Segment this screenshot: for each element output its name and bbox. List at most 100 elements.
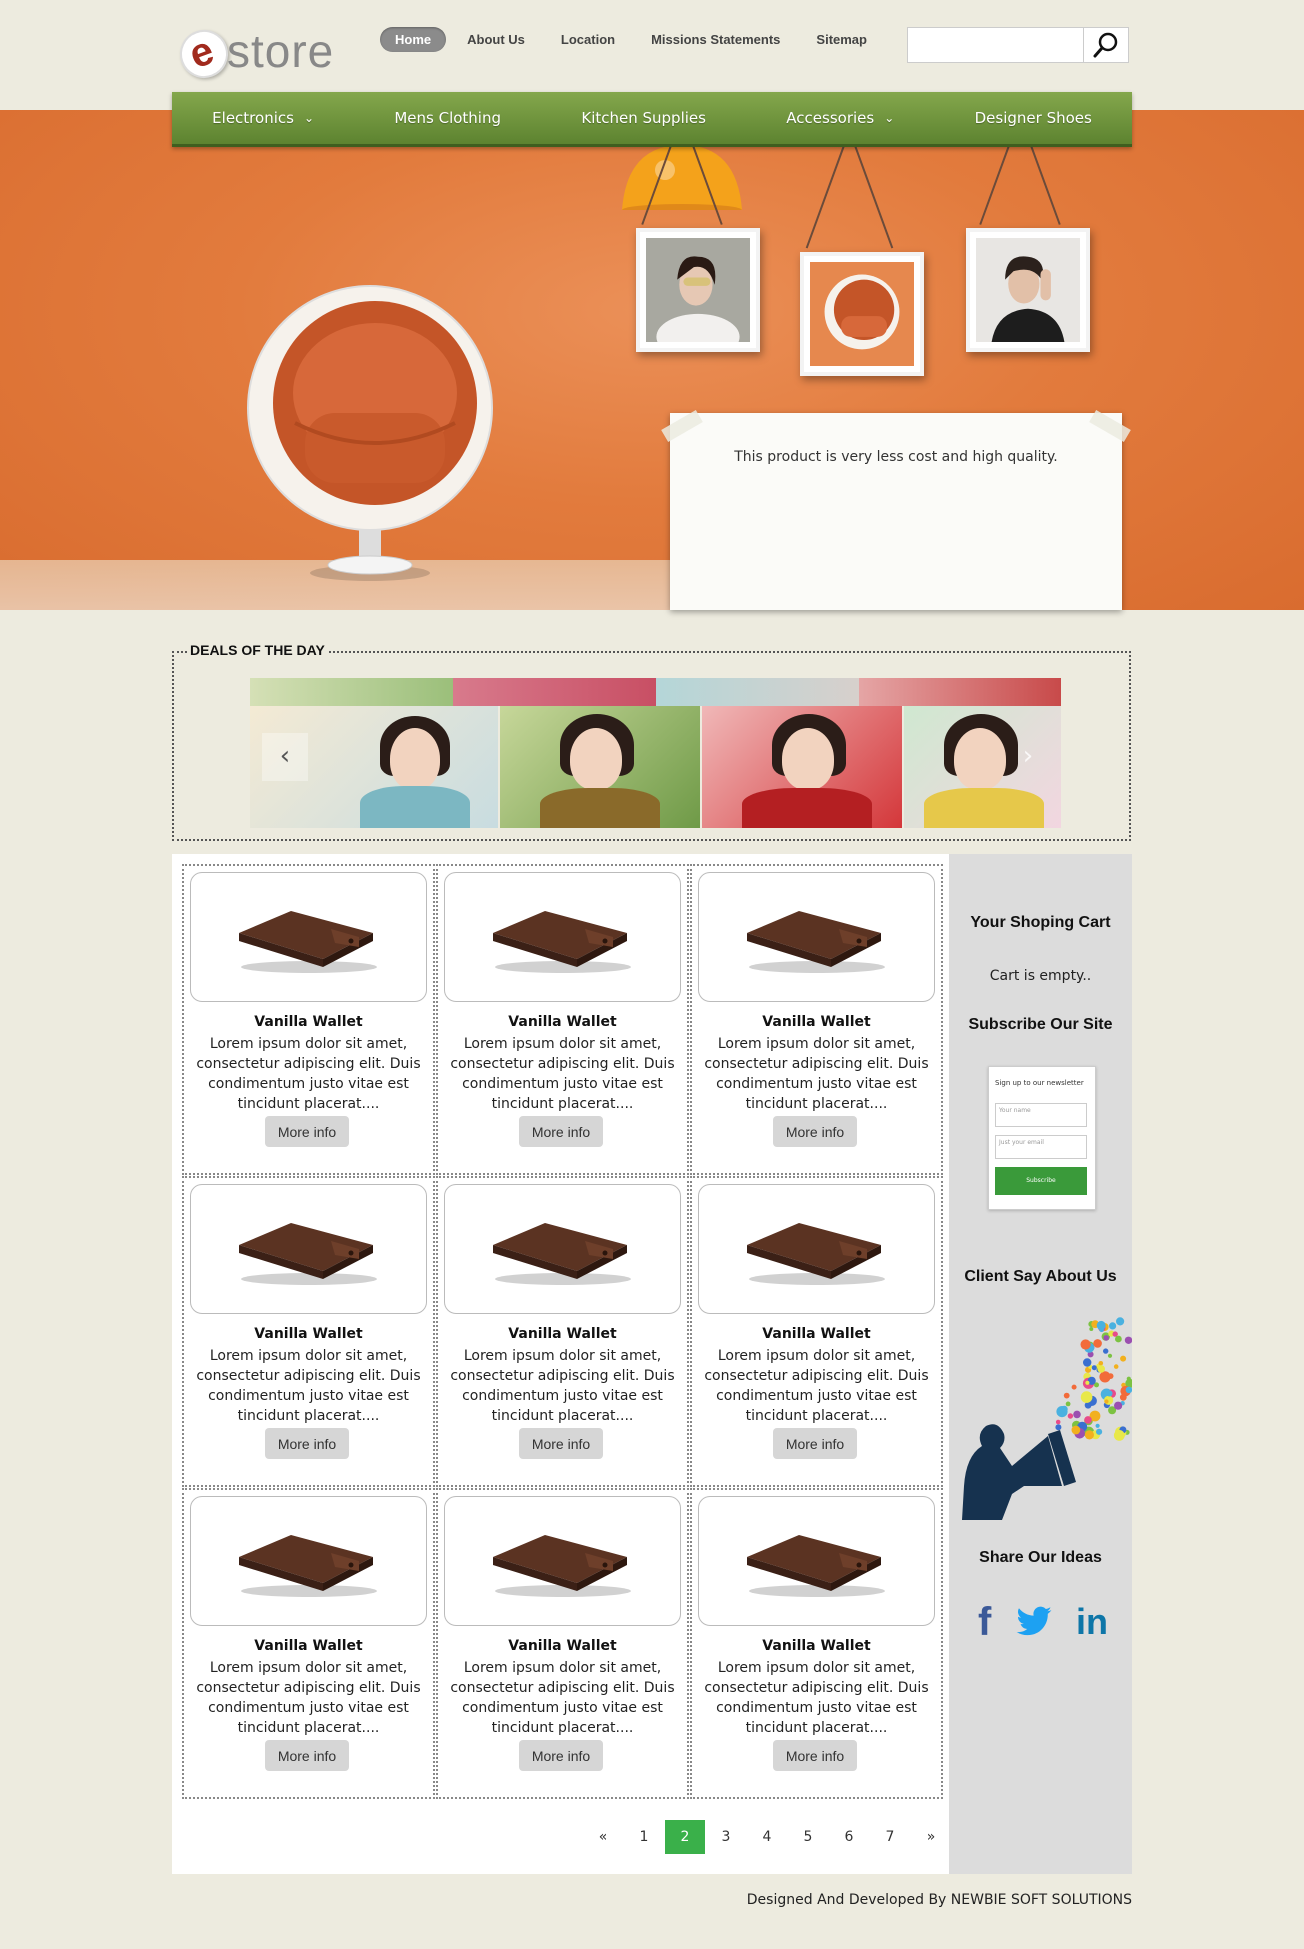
top-nav-missions-statements[interactable]: Missions Statements (636, 27, 795, 52)
speech-dot (1126, 1376, 1131, 1381)
pagination-next[interactable]: » (911, 1820, 951, 1854)
pagination-page-active[interactable]: 2 (665, 1820, 705, 1854)
more-info-button[interactable]: More info (265, 1116, 349, 1147)
category-navigation: Electronics ⌄ Mens Clothing Kitchen Suppl… (172, 92, 1132, 147)
deal-card[interactable] (702, 706, 902, 828)
product-image[interactable] (190, 1184, 427, 1314)
newsletter-name-field[interactable]: Your name (995, 1103, 1087, 1127)
speech-dot (1113, 1430, 1125, 1441)
nav-kitchen-supplies[interactable]: Kitchen Supplies (581, 109, 706, 127)
speech-dot (1103, 1348, 1109, 1354)
more-info-button[interactable]: More info (773, 1428, 857, 1459)
product-image[interactable] (444, 1184, 681, 1314)
nav-electronics[interactable]: Electronics ⌄ (212, 109, 314, 127)
speech-dot (1093, 1339, 1102, 1348)
product-name: Vanilla Wallet (508, 1326, 617, 1342)
search-icon (1093, 32, 1118, 58)
speech-dot (1109, 1322, 1117, 1330)
pagination-page[interactable]: 1 (624, 1820, 664, 1854)
product-grid: Vanilla Wallet Lorem ipsum dolor sit amet… (182, 864, 946, 1800)
wallet-image (239, 1535, 377, 1597)
twitter-icon[interactable] (1015, 1605, 1053, 1639)
logo-letter: e (183, 28, 220, 78)
product-name: Vanilla Wallet (762, 1014, 871, 1030)
speech-dot (1056, 1406, 1068, 1418)
top-nav-home[interactable]: Home (380, 26, 447, 52)
more-info-button[interactable]: More info (519, 1428, 603, 1459)
pagination-page[interactable]: 5 (788, 1820, 828, 1854)
speech-dot (1091, 1365, 1097, 1371)
more-info-button[interactable]: More info (773, 1740, 857, 1771)
more-info-button[interactable]: More info (519, 1740, 603, 1771)
site-logo[interactable]: e store (170, 12, 340, 85)
hero-frame-chair (800, 252, 924, 376)
carousel-next-button[interactable]: › (1005, 733, 1051, 781)
carousel-prev-button[interactable]: ‹ (262, 733, 308, 781)
speech-dot (1125, 1386, 1132, 1394)
speech-dot (1063, 1392, 1070, 1399)
cart-status: Cart is empty.. (989, 968, 1092, 984)
pagination-page[interactable]: 3 (706, 1820, 746, 1854)
newsletter-email-field[interactable]: Just your email (995, 1135, 1087, 1159)
product-image[interactable] (698, 1496, 935, 1626)
more-info-button[interactable]: More info (265, 1740, 349, 1771)
product-description: Lorem ipsum dolor sit amet, consectetur … (450, 1348, 675, 1424)
chevron-down-icon: ⌄ (884, 111, 895, 125)
logo-wordmark: store (227, 25, 335, 77)
pagination-page[interactable]: 4 (747, 1820, 787, 1854)
wallet-image (493, 1535, 631, 1597)
wallet-image (239, 1223, 377, 1285)
product-image[interactable] (190, 872, 427, 1002)
pagination-page[interactable]: 6 (829, 1820, 869, 1854)
more-info-button[interactable]: More info (265, 1428, 349, 1459)
speech-dot (1085, 1380, 1090, 1385)
speech-dot (1080, 1339, 1091, 1350)
product-image[interactable] (444, 872, 681, 1002)
product-image[interactable] (698, 872, 935, 1002)
search-box (907, 27, 1129, 63)
product-name: Vanilla Wallet (254, 1638, 363, 1654)
product-description: Lorem ipsum dolor sit amet, consectetur … (196, 1660, 421, 1736)
search-button[interactable] (1083, 28, 1128, 62)
speech-dot (1065, 1401, 1071, 1407)
deal-card[interactable] (500, 706, 700, 828)
product-image[interactable] (698, 1184, 935, 1314)
linkedin-icon[interactable]: in (1076, 1601, 1108, 1643)
newsletter-subscribe-button[interactable]: Subscribe (995, 1167, 1087, 1195)
speech-dot (1089, 1327, 1094, 1331)
man-portrait-image (976, 238, 1080, 342)
speech-dot (1107, 1373, 1114, 1379)
hero-frame-woman (636, 228, 760, 360)
wallet-image (747, 1223, 885, 1285)
speech-dot (1116, 1317, 1125, 1326)
search-input[interactable] (908, 28, 1082, 62)
nav-accessories[interactable]: Accessories ⌄ (786, 109, 894, 127)
product-image[interactable] (190, 1496, 427, 1626)
top-nav-location[interactable]: Location (546, 27, 630, 52)
share-title: Share Our Ideas (979, 1549, 1102, 1566)
speech-dot (1084, 1430, 1094, 1440)
product-name: Vanilla Wallet (254, 1326, 363, 1342)
hanging-lamp-image (622, 145, 742, 210)
nav-designer-shoes[interactable]: Designer Shoes (975, 109, 1092, 127)
speech-dot (1073, 1410, 1081, 1419)
speech-dot (1067, 1413, 1074, 1419)
product-image[interactable] (444, 1496, 681, 1626)
more-info-button[interactable]: More info (773, 1116, 857, 1147)
deal-banner (859, 678, 1061, 706)
facebook-icon[interactable]: f (978, 1600, 991, 1645)
hero-note-text: This product is very less cost and high … (734, 449, 1058, 465)
speech-dot (1071, 1384, 1077, 1390)
product-description: Lorem ipsum dolor sit amet, consectetur … (704, 1036, 929, 1112)
more-info-button[interactable]: More info (519, 1116, 603, 1147)
speech-dot (1071, 1425, 1081, 1435)
top-nav-sitemap[interactable]: Sitemap (801, 27, 882, 52)
pagination-page[interactable]: 7 (870, 1820, 910, 1854)
deal-figure (742, 788, 872, 828)
pagination-prev[interactable]: « (583, 1820, 623, 1854)
speech-dot (1097, 1365, 1105, 1373)
nav-label: Electronics (212, 109, 294, 127)
deal-figure (782, 728, 834, 790)
top-nav-about-us[interactable]: About Us (452, 27, 540, 52)
nav-mens-clothing[interactable]: Mens Clothing (394, 109, 501, 127)
